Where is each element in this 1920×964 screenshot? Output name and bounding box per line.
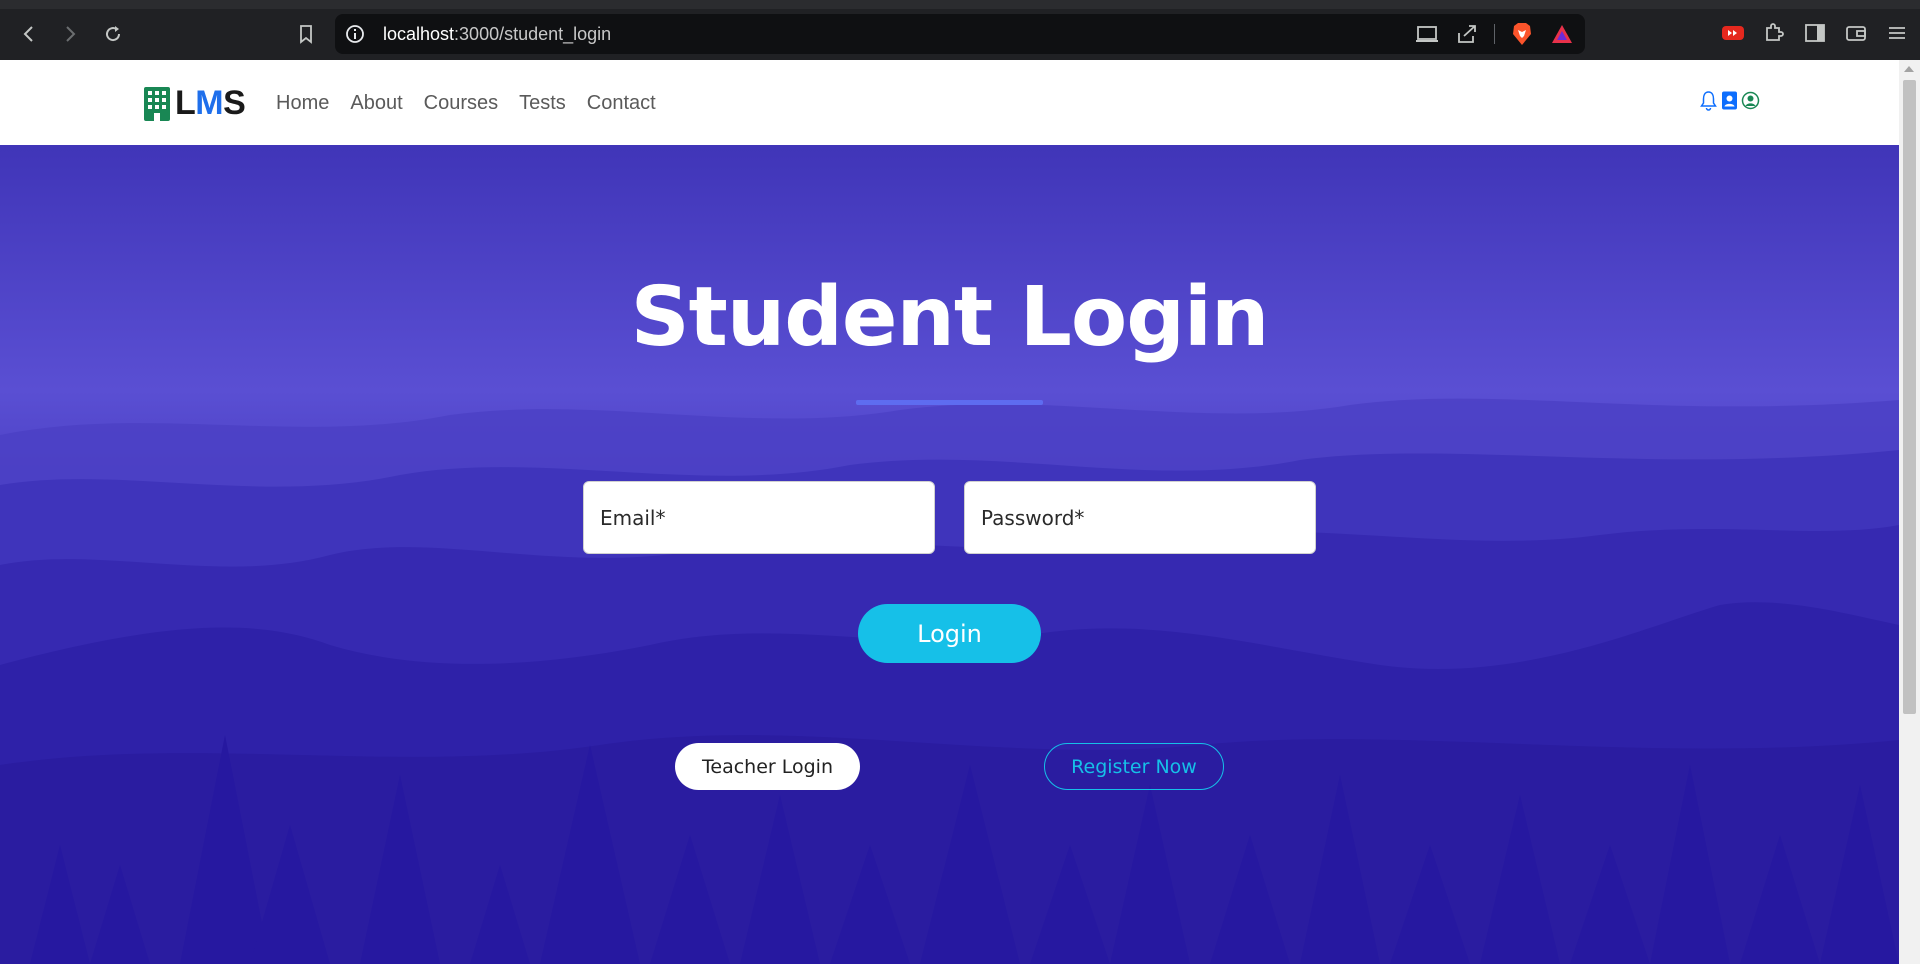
bookmark-icon — [300, 25, 312, 44]
register-now-button[interactable]: Register Now — [1044, 743, 1224, 790]
tab-strip — [0, 0, 1920, 9]
brave-lion-icon — [1513, 23, 1531, 45]
page-title: Student Login — [630, 270, 1270, 365]
title-underline — [856, 400, 1043, 405]
reload-icon — [106, 26, 121, 42]
brand-text: LMS — [175, 84, 246, 123]
password-placeholder: Password* — [981, 505, 1085, 530]
share-icon — [1458, 25, 1476, 43]
extensions-button[interactable] — [1761, 20, 1787, 46]
building-icon — [144, 86, 170, 121]
extension-youtube-button[interactable] — [1720, 20, 1746, 46]
address-bar[interactable]: localhost:3000/student_login — [335, 14, 1585, 54]
wallet-icon — [1846, 26, 1866, 41]
puzzle-icon — [1766, 23, 1784, 41]
brave-shields-button[interactable] — [1509, 22, 1535, 46]
youtube-ext-icon — [1722, 26, 1744, 40]
site-info-icon[interactable] — [345, 24, 365, 44]
site-navbar: LMS Home About Courses Tests Contact — [0, 60, 1899, 145]
address-bar-actions — [1414, 22, 1575, 46]
brand-letter-s: S — [223, 84, 246, 122]
brand-letter-m: M — [195, 84, 224, 122]
teacher-login-button[interactable]: Teacher Login — [675, 743, 860, 790]
nav-contact[interactable]: Contact — [587, 92, 656, 115]
bell-icon[interactable] — [1699, 90, 1718, 111]
install-icon — [1416, 26, 1438, 42]
share-button[interactable] — [1454, 22, 1480, 46]
email-field[interactable]: Email* — [583, 481, 935, 554]
scrollbar-thumb[interactable] — [1903, 80, 1916, 714]
nav-home[interactable]: Home — [276, 92, 329, 115]
reload-button[interactable] — [98, 19, 128, 49]
login-button[interactable]: Login — [858, 604, 1041, 663]
login-hero: Student Login Email* Password* Login Tea… — [0, 145, 1899, 964]
person-badge-icon[interactable] — [1720, 90, 1739, 111]
brand-letter-l: L — [175, 84, 196, 122]
browser-chrome: localhost:3000/student_login — [0, 0, 1920, 60]
sidebar-button[interactable] — [1802, 20, 1828, 46]
mountain-forest-background — [0, 145, 1899, 964]
nav-icons — [1699, 90, 1760, 111]
brave-rewards-button[interactable] — [1549, 22, 1575, 46]
menu-button[interactable] — [1884, 20, 1910, 46]
sidebar-icon — [1805, 24, 1825, 42]
install-app-button[interactable] — [1414, 22, 1440, 46]
bookmark-button[interactable] — [291, 19, 321, 49]
nav-about[interactable]: About — [350, 92, 402, 115]
forward-arrow-icon — [66, 26, 76, 42]
url-path: :3000/student_login — [454, 24, 612, 44]
page-scrollbar[interactable] — [1899, 60, 1920, 964]
brand-logo[interactable]: LMS — [143, 84, 246, 123]
url-host: localhost — [383, 24, 455, 44]
scroll-up-arrow-icon[interactable] — [1904, 66, 1914, 72]
extensions-row — [1720, 20, 1910, 46]
nav-courses[interactable]: Courses — [424, 92, 498, 115]
separator — [1494, 24, 1495, 44]
page-viewport: LMS Home About Courses Tests Contact Stu… — [0, 60, 1899, 964]
hamburger-menu-icon — [1889, 27, 1905, 39]
password-field[interactable]: Password* — [964, 481, 1316, 554]
back-arrow-icon — [23, 26, 33, 42]
user-circle-icon[interactable] — [1741, 90, 1760, 111]
nav-links: Home About Courses Tests Contact — [276, 92, 656, 115]
back-button[interactable] — [14, 19, 44, 49]
rewards-triangle-icon — [1552, 25, 1572, 43]
wallet-button[interactable] — [1843, 20, 1869, 46]
nav-tests[interactable]: Tests — [519, 92, 566, 115]
forward-button[interactable] — [55, 19, 85, 49]
url-text[interactable]: localhost:3000/student_login — [383, 24, 611, 45]
email-placeholder: Email* — [600, 505, 666, 530]
